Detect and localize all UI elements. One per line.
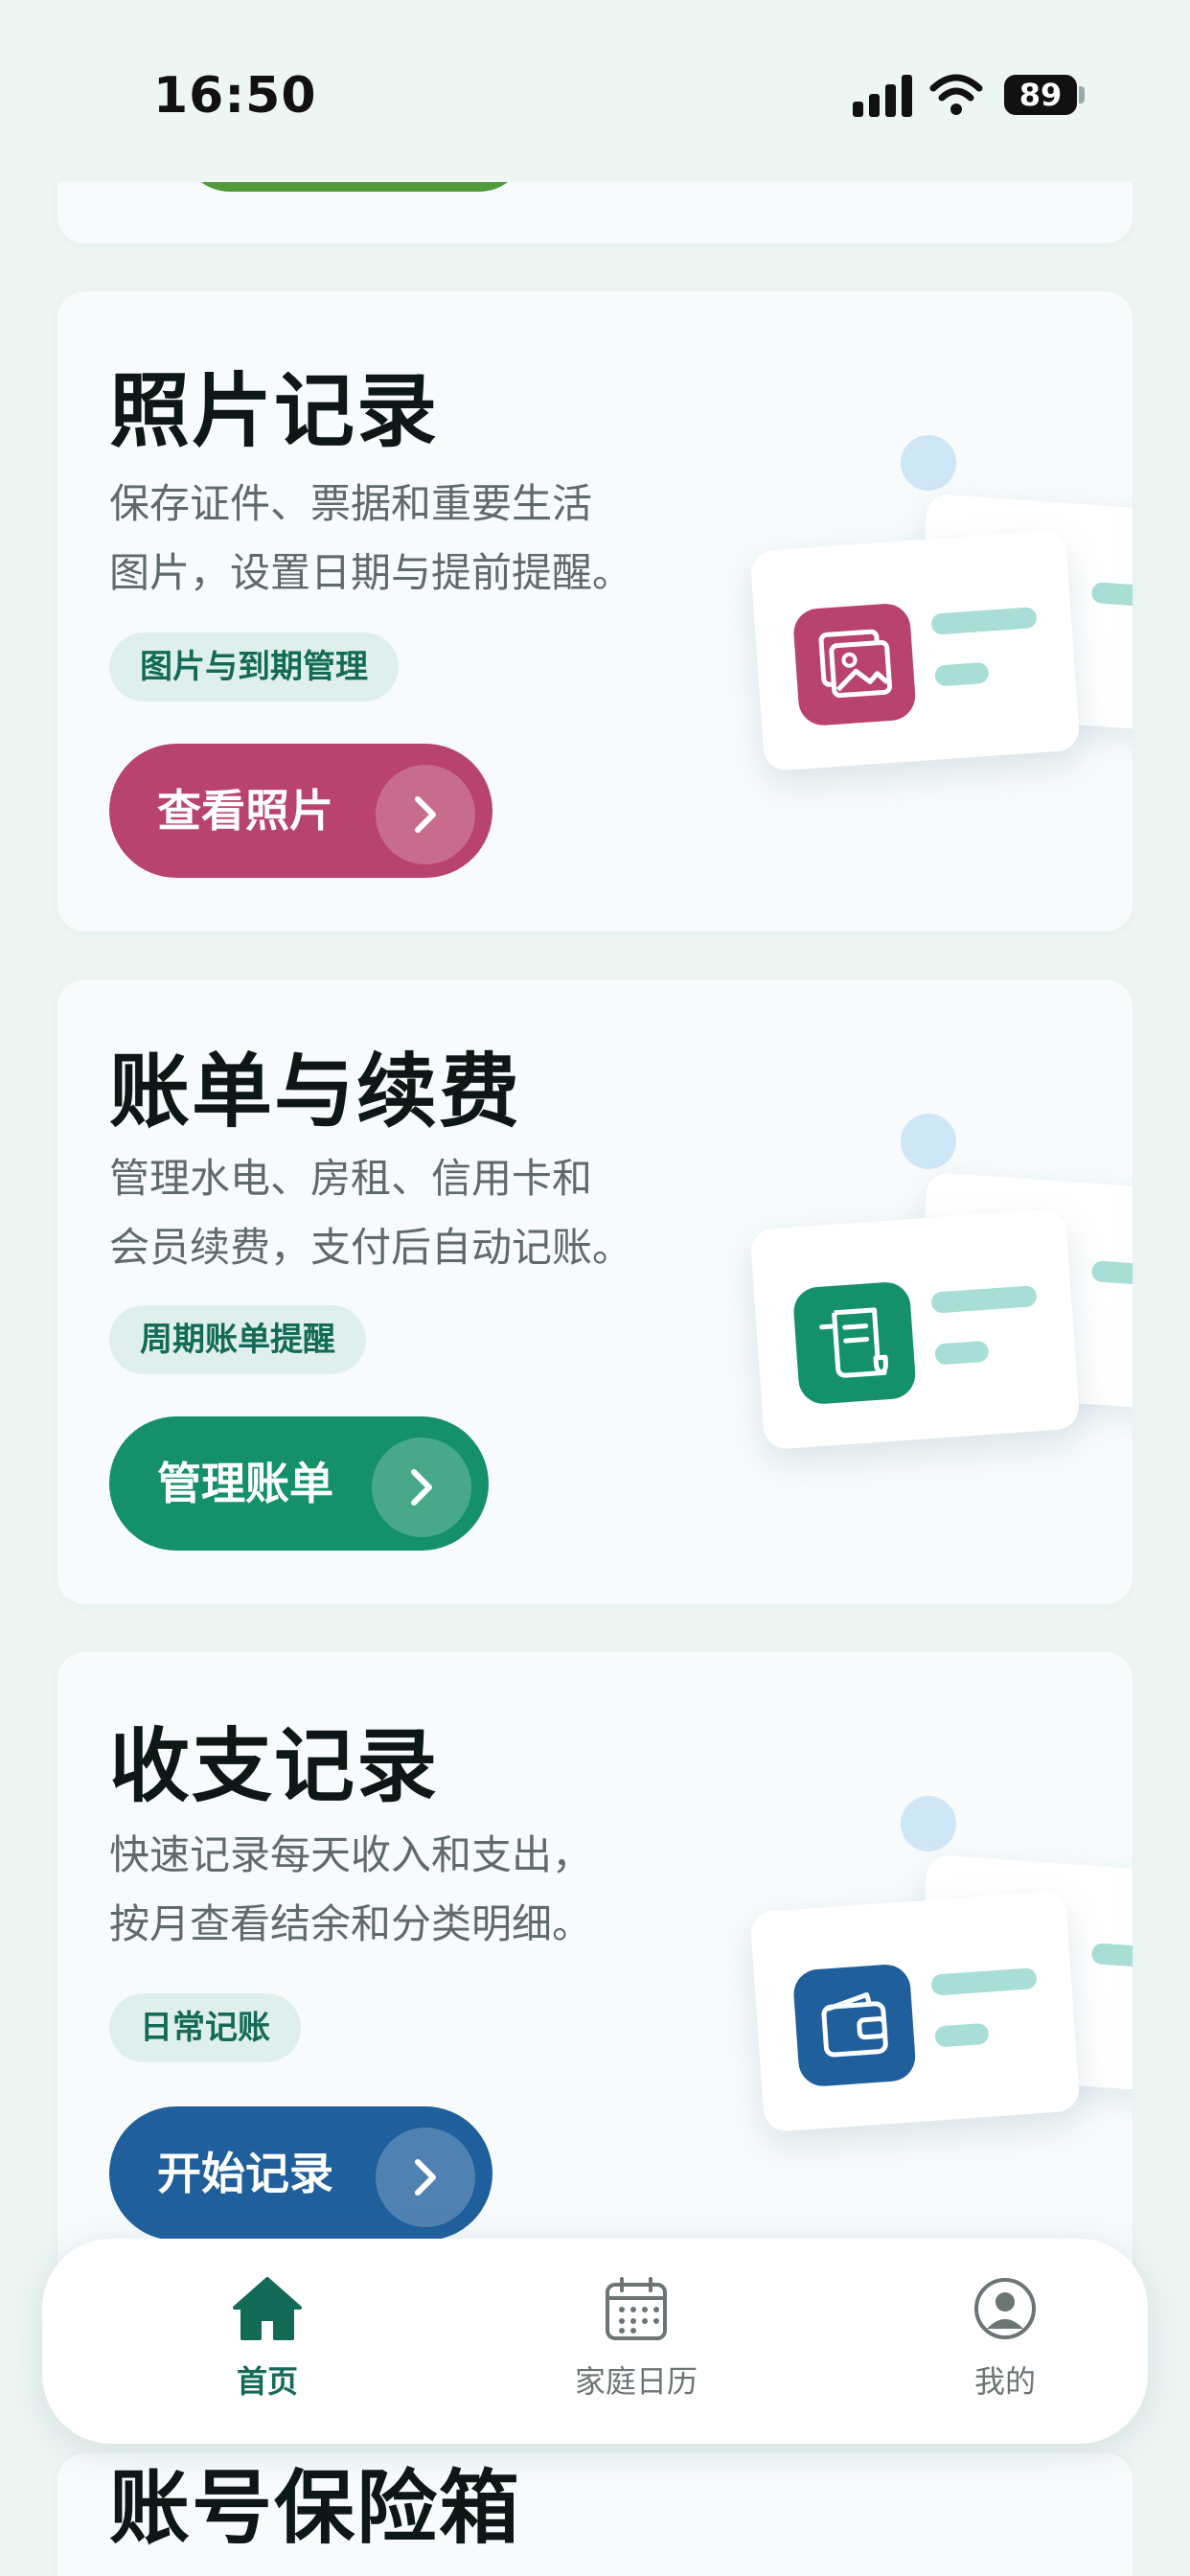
desc-line: 保存证件、票据和重要生活	[109, 480, 593, 527]
card-tag: 图片与到期管理	[109, 632, 399, 702]
card-title: 照片记录	[109, 364, 440, 458]
tab-me[interactable]: 我的	[900, 2275, 1110, 2402]
chevron-right-icon	[376, 765, 475, 864]
card-description: 保存证件、票据和重要生活 图片，设置日期与提前提醒。	[109, 470, 722, 608]
tab-label: 首页	[236, 2363, 298, 2400]
decor-card-front	[749, 529, 1081, 772]
card-photo-records: 照片记录 保存证件、票据和重要生活 图片，设置日期与提前提醒。 图片与到期管理 …	[57, 291, 1133, 932]
decor-line	[930, 607, 1038, 635]
card-illustration	[690, 1796, 1133, 2141]
button-label: 管理账单	[157, 1458, 333, 1509]
card-title: 收支记录	[109, 1719, 440, 1813]
start-recording-button[interactable]: 开始记录	[109, 2106, 492, 2241]
decor-dot	[901, 435, 956, 491]
decor-line	[934, 661, 990, 687]
card-tag: 周期账单提醒	[109, 1305, 366, 1374]
home-icon	[233, 2277, 302, 2340]
decor-line	[930, 1285, 1038, 1314]
tab-family-calendar[interactable]: 家庭日历	[531, 2275, 742, 2402]
tab-label: 家庭日历	[574, 2363, 698, 2400]
decor-card-front	[749, 1208, 1081, 1451]
desc-line: 快速记录每天收入和支出，	[109, 1831, 593, 1878]
card-description: 快速记录每天收入和支出， 按月查看结余和分类明细。	[109, 1821, 722, 1959]
card-account-vault: 账号保险箱	[57, 2453, 1133, 2576]
battery-tip	[1079, 86, 1085, 104]
decor-line	[934, 1340, 990, 1366]
status-time: 16:50	[153, 67, 317, 125]
cellular-signal-icon	[853, 75, 914, 117]
user-icon	[974, 2278, 1036, 2339]
chevron-right-icon	[372, 1438, 471, 1537]
decor-card-front	[749, 1890, 1081, 2133]
card-description: 管理水电、房租、信用卡和 会员续费，支付后自动记账。	[109, 1144, 722, 1282]
calendar-icon	[606, 2277, 667, 2340]
tab-label: 我的	[973, 2363, 1036, 2400]
desc-line: 图片，设置日期与提前提醒。	[109, 549, 633, 596]
card-bills-renewals: 账单与续费 管理水电、房租、信用卡和 会员续费，支付后自动记账。 周期账单提醒 …	[57, 979, 1133, 1604]
desc-line: 管理水电、房租、信用卡和	[109, 1155, 593, 1202]
card-illustration	[690, 1114, 1133, 1459]
decor-line	[934, 2022, 990, 2048]
decor-line	[930, 1967, 1038, 1996]
wallet-icon	[791, 1963, 917, 2088]
photo-icon	[791, 602, 917, 727]
chevron-right-icon	[376, 2128, 475, 2227]
status-bar: 16:50 89	[0, 0, 1190, 182]
decor-dot	[901, 1114, 956, 1169]
desc-line: 按月查看结余和分类明细。	[109, 1900, 593, 1947]
decor-dot	[901, 1796, 956, 1852]
desc-line: 会员续费，支付后自动记账。	[109, 1224, 633, 1271]
tab-home[interactable]: 首页	[162, 2275, 373, 2402]
receipt-icon	[791, 1280, 917, 1406]
battery-level: 89	[1004, 75, 1077, 115]
view-photos-button[interactable]: 查看照片	[109, 744, 492, 878]
card-tag: 日常记账	[109, 1993, 301, 2062]
card-title: 账单与续费	[109, 1045, 522, 1138]
card-income-expense: 收支记录 快速记录每天收入和支出， 按月查看结余和分类明细。 日常记账 开始记录	[57, 1652, 1133, 2323]
card-title: 账号保险箱	[109, 2461, 522, 2555]
bottom-tab-bar: 首页 家庭日历 我的	[42, 2239, 1148, 2444]
card-illustration	[690, 435, 1133, 780]
wifi-icon	[929, 74, 983, 115]
button-label: 查看照片	[157, 785, 333, 837]
manage-bills-button[interactable]: 管理账单	[109, 1416, 489, 1551]
button-label: 开始记录	[157, 2148, 333, 2199]
